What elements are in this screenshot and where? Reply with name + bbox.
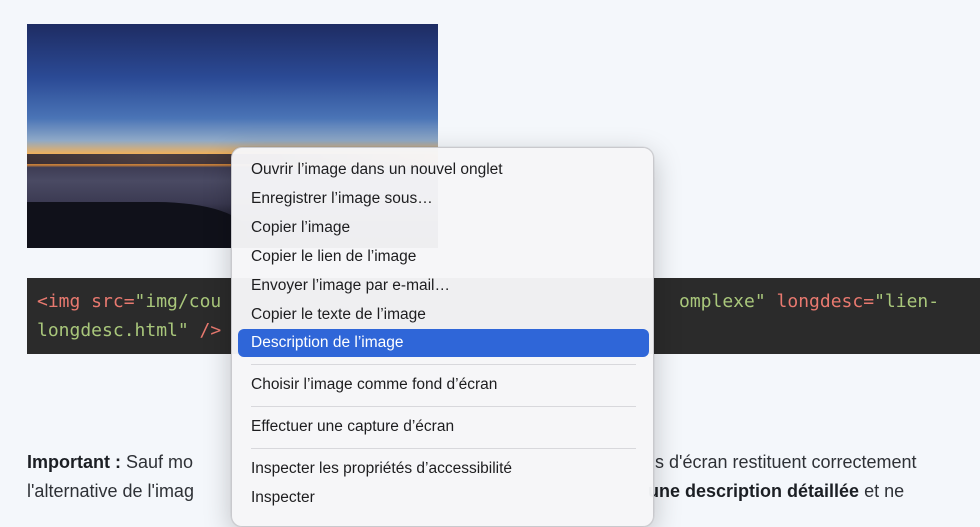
- code-line-1-tail: omplexe" longdesc="lien-: [679, 287, 939, 316]
- code-token: longdesc=: [765, 291, 875, 312]
- menu-item-copy-image-text[interactable]: Copier le texte de l’image: [238, 301, 649, 329]
- code-line-1: <img src="img/cou: [37, 287, 221, 316]
- menu-item-image-description[interactable]: Description de l’image: [238, 329, 649, 357]
- code-token: "img/cou: [134, 291, 222, 312]
- code-token: omplexe": [679, 291, 766, 312]
- menu-item-take-screenshot[interactable]: Effectuer une capture d’écran: [238, 413, 649, 441]
- paragraph-text: l'alternative de l'imag: [27, 481, 194, 501]
- bold-phrase: une description détaillée: [648, 481, 860, 501]
- foreground-silhouette: [27, 202, 247, 248]
- menu-item-copy-image-link[interactable]: Copier le lien de l’image: [238, 243, 649, 271]
- menu-separator: [251, 364, 636, 365]
- paragraph-text: s d'écran restituent correctement: [655, 452, 917, 472]
- menu-item-email-image[interactable]: Envoyer l’image par e-mail…: [238, 272, 649, 300]
- paragraph-line-2: l'alternative de l'imag: [27, 481, 194, 502]
- menu-item-inspect[interactable]: Inspecter: [238, 484, 649, 512]
- menu-separator: [251, 406, 636, 407]
- code-line-2: longdesc.html" />: [37, 316, 221, 345]
- paragraph-text: et ne: [859, 481, 905, 501]
- menu-separator: [251, 448, 636, 449]
- code-token: />: [188, 320, 222, 341]
- paragraph-line-2-tail: une description détaillée et ne: [648, 481, 904, 502]
- paragraph-text: Sauf mo: [121, 452, 194, 472]
- code-token: <img src=: [37, 291, 135, 312]
- paragraph-line-1: Important : Sauf mo: [27, 452, 193, 473]
- menu-item-copy-image[interactable]: Copier l’image: [238, 214, 649, 242]
- menu-item-inspect-accessibility[interactable]: Inspecter les propriétés d’accessibilité: [238, 455, 649, 483]
- image-context-menu: Ouvrir l’image dans un nouvel onglet Enr…: [231, 147, 654, 527]
- menu-item-save-image-as[interactable]: Enregistrer l’image sous…: [238, 185, 649, 213]
- paragraph-line-1-tail: s d'écran restituent correctement: [655, 452, 917, 473]
- code-token: longdesc.html": [37, 320, 189, 341]
- important-label: Important :: [27, 452, 121, 472]
- code-token: "lien-: [874, 291, 940, 312]
- menu-item-open-image-new-tab[interactable]: Ouvrir l’image dans un nouvel onglet: [238, 156, 649, 184]
- menu-item-set-desktop-picture[interactable]: Choisir l’image comme fond d’écran: [238, 371, 649, 399]
